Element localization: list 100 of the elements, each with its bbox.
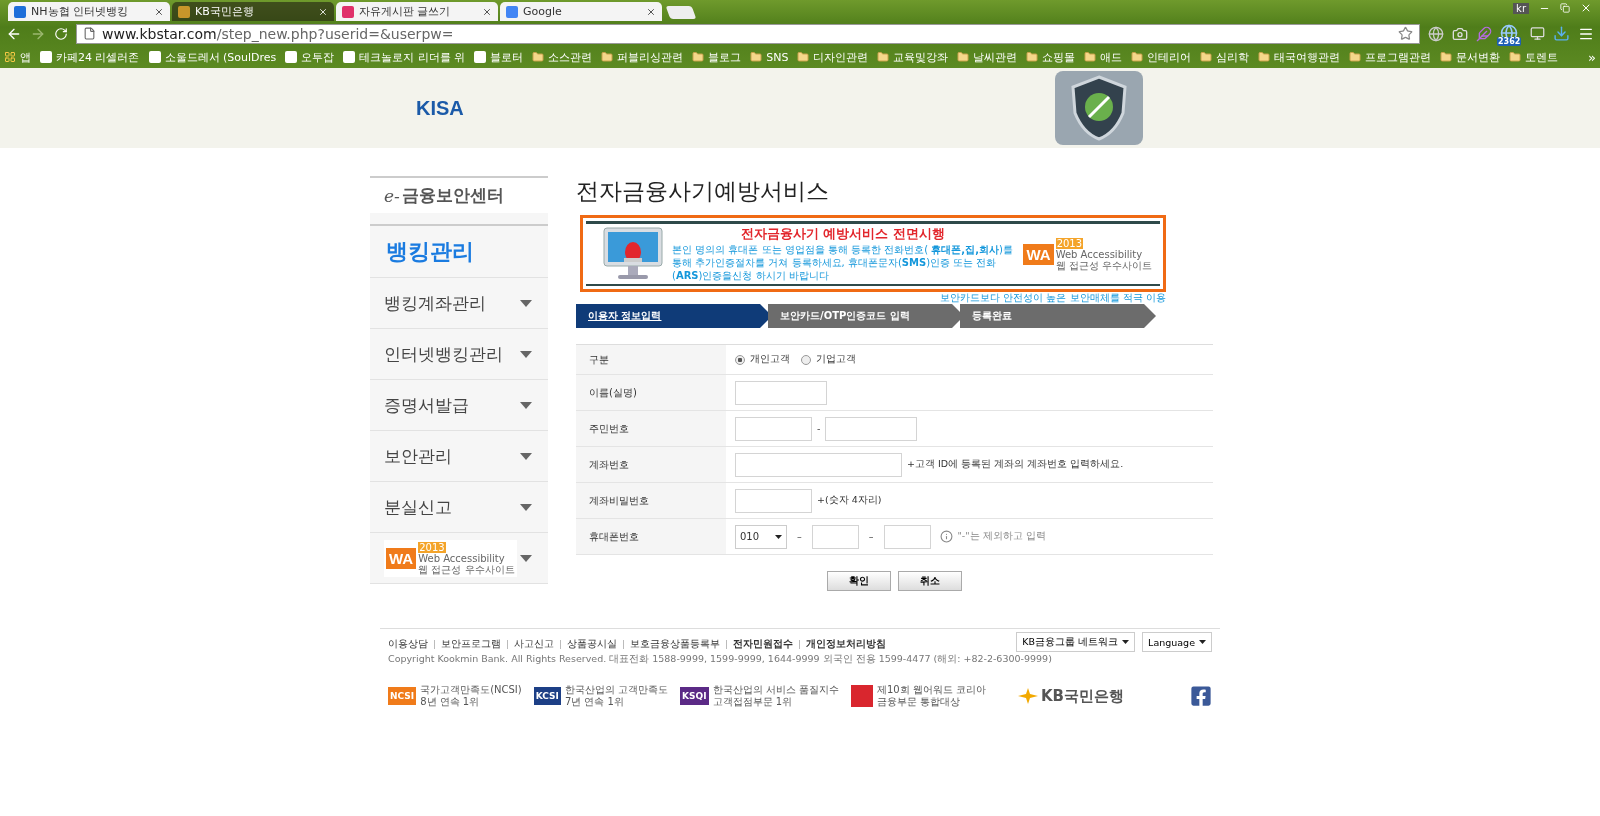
caret-icon bbox=[520, 503, 532, 511]
folder-icon bbox=[1349, 51, 1362, 63]
bookmark[interactable]: 블로터 bbox=[474, 49, 524, 65]
footer-link[interactable]: 보호금융상품등록부 bbox=[630, 637, 720, 651]
sidebar-heading: 뱅킹관리 bbox=[370, 226, 548, 278]
footer-link[interactable]: 보안프로그램 bbox=[441, 637, 501, 651]
sidebar-item[interactable]: 인터넷뱅킹관리 bbox=[370, 329, 548, 380]
restore-icon[interactable] bbox=[1560, 3, 1570, 13]
caret-icon bbox=[520, 554, 532, 562]
radio-label: 기업고객 bbox=[816, 353, 856, 366]
footer-link[interactable]: 이용상담 bbox=[388, 637, 428, 651]
bookmark[interactable]: 디자인관련 bbox=[797, 49, 869, 65]
facebook-icon[interactable] bbox=[1190, 685, 1212, 707]
account-input[interactable] bbox=[735, 452, 902, 477]
bookmark[interactable]: 앱 bbox=[4, 49, 31, 65]
folder-icon bbox=[957, 51, 970, 63]
bookmark[interactable]: 토렌트 bbox=[1509, 49, 1559, 65]
dropdown-button[interactable]: KB금융그룹 네트워크 bbox=[1016, 632, 1136, 652]
close-icon[interactable] bbox=[646, 6, 656, 17]
caret-icon bbox=[520, 350, 532, 358]
kisa-logo: KISA bbox=[416, 96, 464, 120]
bookmark[interactable]: 태국여행관련 bbox=[1258, 49, 1341, 65]
folder-icon bbox=[877, 51, 890, 63]
bookmark[interactable]: 프로그램관련 bbox=[1349, 49, 1432, 65]
phone-input[interactable] bbox=[811, 524, 859, 549]
field-hint: "-"는 제외하고 입력 bbox=[957, 530, 1046, 543]
ssn-input[interactable] bbox=[735, 416, 812, 441]
bookmark[interactable]: 심리학 bbox=[1200, 49, 1250, 65]
field-label: 주민번호 bbox=[576, 411, 726, 446]
bookmark[interactable]: SNS bbox=[750, 50, 789, 64]
bookmark[interactable]: 애드 bbox=[1084, 49, 1123, 65]
bookmark[interactable]: 날씨관련 bbox=[957, 49, 1018, 65]
dropdown-button[interactable]: Language bbox=[1142, 632, 1212, 652]
field-hint: +(숫자 4자리) bbox=[817, 494, 882, 507]
radio-label: 개인고객 bbox=[750, 353, 790, 366]
bookmark[interactable]: 소스관련 bbox=[532, 49, 593, 65]
copyright-text: Copyright Kookmin Bank. All Rights Reserved. 대표전화 1588-9999, 1599-9999, 1644-9999 외국인 전용 1599-4477 (해외: +82-2-6300-9999) bbox=[388, 653, 1053, 666]
name-input[interactable] bbox=[735, 380, 827, 405]
bookmark[interactable]: 교육및강좌 bbox=[877, 49, 949, 65]
new-tab-button[interactable] bbox=[665, 6, 697, 19]
bookmark[interactable]: 카페24 리셀러존 bbox=[40, 49, 140, 65]
bookmark[interactable]: 쇼핑몰 bbox=[1026, 49, 1076, 65]
sidebar-item[interactable]: 보안관리 bbox=[370, 431, 548, 482]
badge-caption: Web Accessibility bbox=[418, 552, 506, 564]
reload-icon[interactable] bbox=[54, 26, 68, 41]
badge-caption: Web Accessibility bbox=[1055, 248, 1144, 260]
bookmark[interactable]: 테크놀로지 리더를 위 bbox=[343, 49, 466, 65]
badge-subcaption: 웹 접근성 우수사이트 bbox=[1055, 259, 1152, 271]
browser-tab[interactable]: KB국민은행 bbox=[172, 2, 334, 21]
bookmark[interactable]: 소울드레서 (SoulDres bbox=[148, 49, 277, 65]
profile-label[interactable]: kr bbox=[1513, 2, 1529, 14]
field-hint: +고객 ID에 등록된 계좌의 계좌번호 입력하세요. bbox=[907, 458, 1124, 471]
folder-icon bbox=[692, 51, 705, 63]
dash: - bbox=[817, 423, 821, 434]
form-button[interactable]: 확인 bbox=[827, 571, 891, 591]
radio-button[interactable] bbox=[801, 354, 811, 365]
footer-link[interactable]: 전자민원접수 bbox=[733, 637, 793, 651]
form-button[interactable]: 취소 bbox=[898, 571, 962, 591]
download-icon[interactable] bbox=[1553, 25, 1570, 42]
banner-headline: 전자금융사기 예방서비스 전면시행 bbox=[740, 226, 945, 243]
star-icon[interactable] bbox=[1398, 26, 1413, 41]
browser-tab[interactable]: NH농협 인터넷뱅킹 bbox=[8, 2, 170, 21]
bookmark[interactable]: 블로그 bbox=[692, 49, 742, 65]
phone-input[interactable] bbox=[883, 524, 931, 549]
award-text: 한국산업의 서비스 품질지수 고객접점부문 1위 bbox=[712, 684, 839, 708]
folder-icon bbox=[1084, 51, 1097, 63]
badge-year: 2013 bbox=[1055, 237, 1084, 249]
globe-icon[interactable] bbox=[1428, 25, 1444, 42]
bookmark[interactable]: 문서변환 bbox=[1440, 49, 1501, 65]
radio-button[interactable] bbox=[735, 354, 745, 365]
badge-subcaption: 웹 접근성 우수사이트 bbox=[418, 563, 515, 575]
sidebar-item[interactable]: 증명서발급 bbox=[370, 380, 548, 431]
bookmark[interactable]: 인테리어 bbox=[1131, 49, 1192, 65]
bookmark[interactable]: 오투잡 bbox=[285, 49, 335, 65]
password-input[interactable] bbox=[735, 488, 812, 513]
folder-icon bbox=[1200, 51, 1213, 63]
banner-text: 본인 명의의 휴대폰 또는 영업점을 통해 등록한 전화번호( 휴대폰,집,회사)를 통해 추가인증절차를 거쳐 등록하세요, 휴대폰문자(SMS)인증 또는 전화(ARS)인증을신청 하시기 바랍니다 bbox=[672, 243, 1014, 282]
sidebar-item[interactable]: 뱅킹계좌관리 bbox=[370, 278, 548, 329]
bookmark[interactable]: 퍼블리싱관련 bbox=[601, 49, 684, 65]
award-text: 제10회 웹어워드 코리아 금융부문 통합대상 bbox=[876, 684, 986, 708]
bank-logo: KB국민은행 bbox=[1041, 686, 1125, 706]
close-icon[interactable] bbox=[1580, 2, 1592, 14]
browser-tab[interactable]: 자유게시판 글쓰기 bbox=[336, 2, 498, 21]
browser-tab[interactable]: Google bbox=[500, 2, 662, 21]
field-label: 구분 bbox=[576, 345, 726, 374]
close-icon[interactable] bbox=[318, 6, 328, 17]
ssn-input[interactable] bbox=[825, 416, 918, 441]
footer-link[interactable]: 사고신고 bbox=[514, 637, 554, 651]
footer-link[interactable]: 상품공시실 bbox=[567, 637, 617, 651]
award-text: 한국산업의 고객만족도 7년 연속 1위 bbox=[564, 684, 669, 708]
sidebar-item[interactable]: 분실신고 bbox=[370, 482, 548, 533]
camera-icon[interactable] bbox=[1452, 25, 1468, 42]
footer-link[interactable]: 개인정보처리방침 bbox=[806, 637, 886, 651]
address-bar[interactable]: www.kbstar.com/step_new.php?userid=&userpw= bbox=[76, 23, 1420, 44]
phone-prefix-select[interactable]: 010 bbox=[735, 524, 787, 549]
close-icon[interactable] bbox=[482, 6, 492, 17]
caret-icon bbox=[1122, 640, 1130, 644]
more-bookmarks[interactable]: » bbox=[1588, 49, 1596, 65]
close-icon[interactable] bbox=[154, 6, 164, 17]
monitor-icon[interactable] bbox=[1530, 26, 1545, 41]
